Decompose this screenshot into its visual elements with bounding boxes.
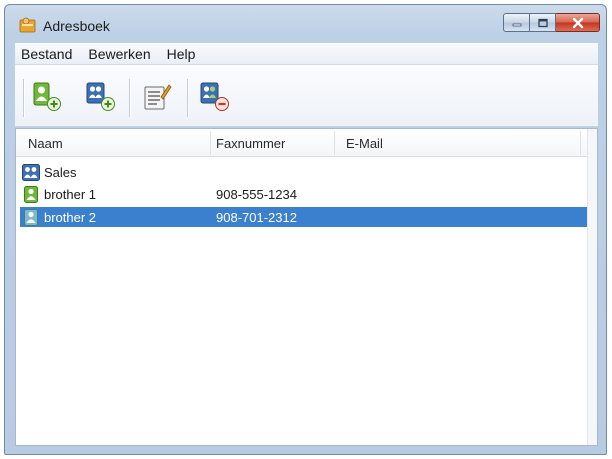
menu-bar: Bestand Bewerken Help xyxy=(15,43,598,65)
toolbar-separator xyxy=(129,79,130,117)
column-divider[interactable] xyxy=(580,131,581,155)
menu-bewerken[interactable]: Bewerken xyxy=(80,46,158,62)
toolbar-separator xyxy=(187,79,188,117)
menu-bestand[interactable]: Bestand xyxy=(15,46,80,62)
contact-icon xyxy=(24,186,38,203)
minimize-button[interactable] xyxy=(503,13,530,32)
column-divider[interactable] xyxy=(210,131,211,155)
contact-fax: 908-555-1234 xyxy=(216,187,297,202)
contact-list[interactable]: Naam Faxnummer E-Mail Sales brother 1 90… xyxy=(15,128,598,446)
add-group-icon[interactable] xyxy=(85,81,117,113)
contact-name: brother 1 xyxy=(44,187,97,202)
address-book-icon xyxy=(19,17,36,33)
close-button[interactable] xyxy=(556,13,600,32)
column-header-fax[interactable]: Faxnummer xyxy=(216,136,285,151)
contact-icon xyxy=(24,209,38,226)
list-header: Naam Faxnummer E-Mail xyxy=(16,129,597,157)
maximize-button[interactable] xyxy=(530,13,556,32)
edit-icon[interactable] xyxy=(141,81,173,113)
menu-help[interactable]: Help xyxy=(159,46,204,62)
list-item-brother-2[interactable]: brother 2 908-701-2312 xyxy=(20,207,588,227)
contact-name: Sales xyxy=(44,165,77,180)
minimize-icon xyxy=(512,23,521,26)
toolbar-separator xyxy=(23,79,24,117)
caption-buttons xyxy=(503,13,600,33)
list-item-sales[interactable]: Sales xyxy=(20,162,588,182)
contact-name: brother 2 xyxy=(44,210,97,225)
delete-icon[interactable] xyxy=(199,81,231,113)
column-divider[interactable] xyxy=(334,131,335,155)
maximize-icon xyxy=(537,18,548,27)
column-header-name[interactable]: Naam xyxy=(28,136,63,151)
window-title: Adresboek xyxy=(43,18,110,34)
toolbar xyxy=(15,65,598,127)
add-contact-icon[interactable] xyxy=(31,81,63,113)
address-book-window: Adresboek Bestand Bewerken Help Naam Fax… xyxy=(4,4,607,455)
contact-fax: 908-701-2312 xyxy=(216,210,297,225)
close-icon xyxy=(572,17,583,28)
list-scroll-area[interactable] xyxy=(587,129,597,445)
title-bar[interactable]: Adresboek xyxy=(5,5,606,43)
list-item-brother-1[interactable]: brother 1 908-555-1234 xyxy=(20,184,588,204)
column-header-email[interactable]: E-Mail xyxy=(346,136,383,151)
group-icon xyxy=(22,164,40,181)
